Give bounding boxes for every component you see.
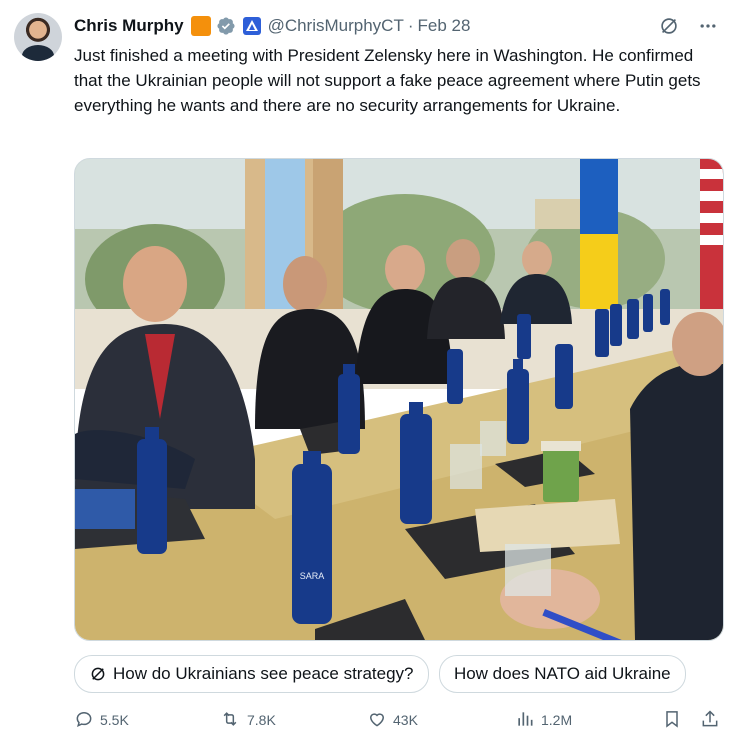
views-icon <box>515 709 535 732</box>
repost-icon <box>219 709 241 732</box>
grok-icon[interactable] <box>658 15 680 37</box>
grok-chip[interactable]: How does NATO aid Ukraine <box>438 655 686 693</box>
tweet-actions: 5.5K 7.8K 43K 1.2M <box>74 708 724 732</box>
more-options-icon[interactable] <box>698 16 718 36</box>
org-badge-icon[interactable] <box>190 16 211 36</box>
share-icon <box>700 709 720 732</box>
heart-icon <box>367 709 387 732</box>
repost-count: 7.8K <box>247 712 276 728</box>
tweet-photo[interactable]: SARA <box>74 158 724 641</box>
grok-icon <box>89 665 107 683</box>
grok-suggestions: How do Ukrainians see peace strategy? Ho… <box>74 655 736 693</box>
tweet-text: Just finished a meeting with President Z… <box>74 46 701 115</box>
views-button[interactable]: 1.2M <box>515 708 572 732</box>
repost-button[interactable]: 7.8K <box>219 708 276 732</box>
bookmark-button[interactable] <box>662 708 682 732</box>
tweet-header: Chris Murphy @ChrisMurphyCT · Feb 28 <box>74 14 718 38</box>
author-avatar[interactable] <box>14 13 62 61</box>
share-button[interactable] <box>700 708 720 732</box>
affiliate-icon[interactable] <box>242 16 262 36</box>
grok-chip-label: How does NATO aid Ukraine <box>453 664 671 683</box>
like-count: 43K <box>393 712 418 728</box>
author-name[interactable]: Chris Murphy <box>74 16 184 36</box>
separator-dot: · <box>407 16 414 35</box>
tweet-date[interactable]: Feb 28 <box>418 16 471 36</box>
view-count: 1.2M <box>541 712 573 728</box>
grok-chip[interactable]: How do Ukrainians see peace strategy? <box>74 655 429 693</box>
like-button[interactable]: 43K <box>367 708 418 732</box>
reply-button[interactable]: 5.5K <box>74 708 129 732</box>
reply-icon <box>74 709 94 732</box>
reply-count: 5.5K <box>100 712 129 728</box>
author-handle[interactable]: @ChrisMurphyCT <box>268 16 404 36</box>
header-actions <box>658 14 718 38</box>
bookmark-icon <box>662 709 682 732</box>
photo-meeting-table: SARA <box>75 159 723 640</box>
bottle-label-text: SARA <box>300 571 325 581</box>
verified-badge-icon[interactable] <box>216 16 236 36</box>
grok-chip-label: How do Ukrainians see peace strategy? <box>113 664 414 683</box>
